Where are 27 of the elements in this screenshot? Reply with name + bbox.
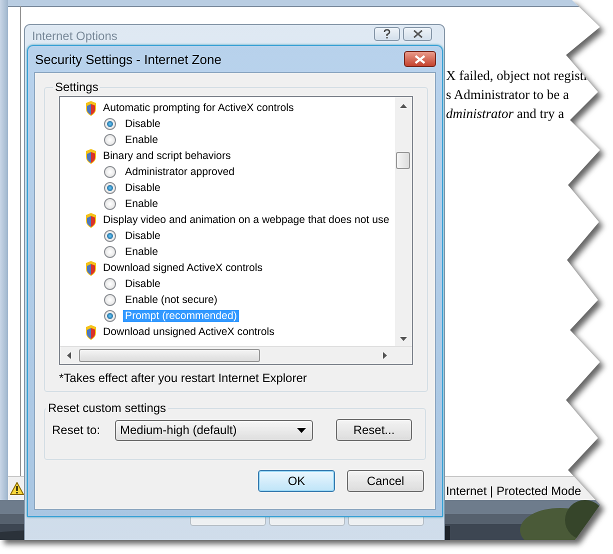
reset-button[interactable]: Reset... bbox=[336, 419, 412, 441]
document-text: s Administrator to be a bbox=[446, 86, 570, 104]
setting-heading: Download unsigned ActiveX controls bbox=[103, 326, 274, 338]
status-text: Internet | Protected Mode bbox=[446, 484, 582, 498]
setting-heading: Download signed ActiveX controls bbox=[103, 262, 263, 274]
dialog-button[interactable]: Cancel bbox=[347, 470, 424, 492]
dialog-button[interactable]: OK bbox=[258, 470, 335, 492]
restart-note: *Takes effect after you restart Internet Explorer bbox=[59, 371, 308, 385]
setting-option[interactable]: Disable bbox=[123, 278, 162, 290]
reset-level-dropdown[interactable]: Medium-high (default) bbox=[115, 420, 313, 440]
dialog-title: Security Settings - Internet Zone bbox=[35, 52, 222, 66]
reset-to-label: Reset to: bbox=[52, 423, 102, 437]
setting-option[interactable]: Enable (not secure) bbox=[123, 294, 220, 306]
group-label: Reset custom settings bbox=[47, 401, 168, 415]
setting-option[interactable]: Disable bbox=[123, 118, 162, 130]
setting-option[interactable]: Disable bbox=[123, 182, 162, 194]
setting-heading: Display video and animation on a webpage that does not use bbox=[103, 214, 390, 226]
setting-heading: Automatic prompting for ActiveX controls bbox=[103, 102, 294, 114]
document-text: dministrator and try a bbox=[446, 105, 566, 123]
setting-option[interactable]: Administrator approved bbox=[123, 166, 237, 178]
setting-option[interactable]: Enable bbox=[123, 246, 160, 258]
setting-option[interactable]: Enable bbox=[123, 198, 160, 210]
setting-option[interactable]: Disable bbox=[123, 230, 162, 242]
group-label: Settings bbox=[54, 80, 100, 94]
setting-heading: Binary and script behaviors bbox=[103, 150, 231, 162]
window-title: Internet Options bbox=[32, 29, 118, 43]
setting-option[interactable]: Enable bbox=[123, 134, 160, 146]
